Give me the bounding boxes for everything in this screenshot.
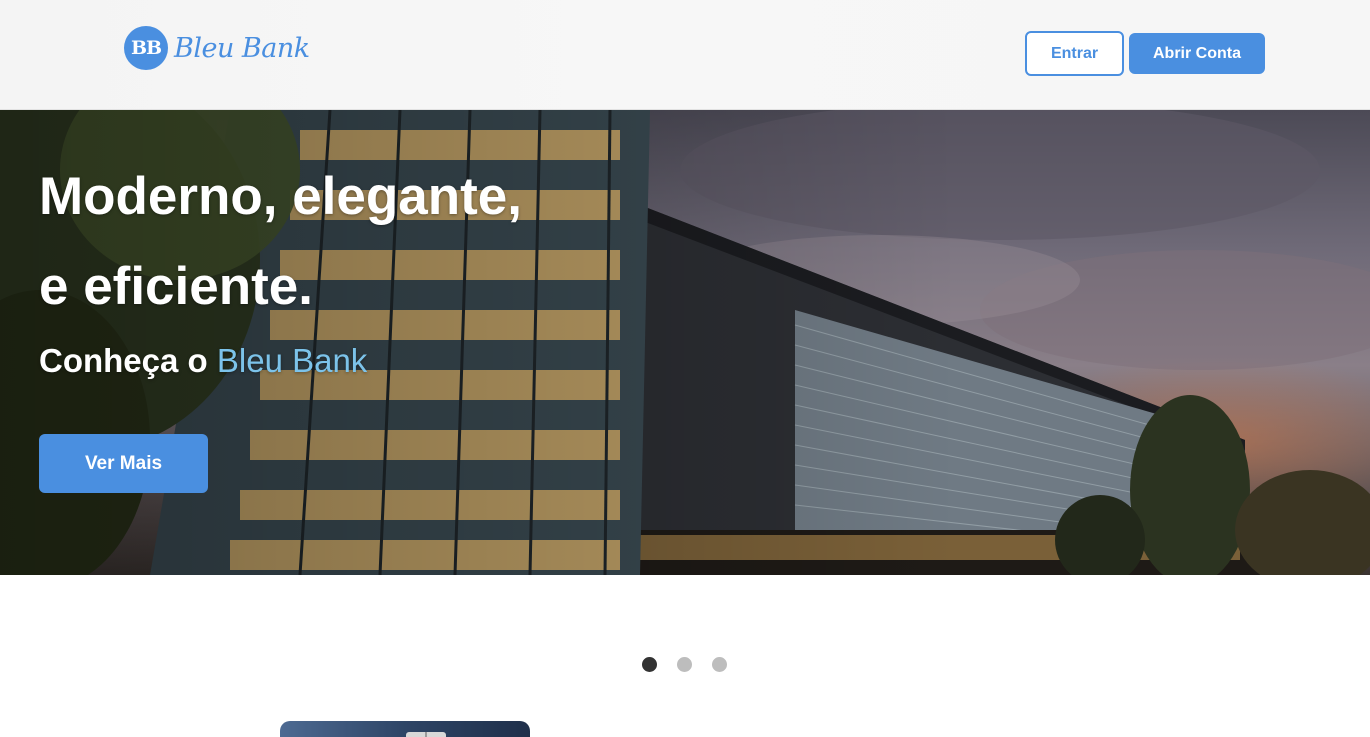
carousel-dot-3[interactable] [712, 657, 727, 672]
hero-title-line-2: e eficiente. [39, 257, 313, 316]
hero-title-line-1: Moderno, elegante, [39, 167, 522, 226]
carousel-dot-2[interactable] [677, 657, 692, 672]
carousel-indicators [642, 657, 727, 672]
carousel-dot-1[interactable] [642, 657, 657, 672]
hero-banner: Moderno, elegante, e eficiente. Conheça … [0, 110, 1370, 575]
see-more-button[interactable]: Ver Mais [39, 434, 208, 493]
logo-text: Bleu Bank [174, 32, 310, 64]
site-header: BB Bleu Bank Entrar Abrir Conta [0, 0, 1370, 110]
brand-logo[interactable]: BB Bleu Bank [124, 26, 310, 70]
hero-subtitle-brand: Bleu Bank [216, 342, 368, 379]
login-button[interactable]: Entrar [1025, 31, 1124, 76]
credit-card-preview [280, 721, 530, 737]
hero-subtitle: Conheça o Bleu Bank [39, 342, 367, 380]
logo-badge-icon: BB [124, 26, 168, 70]
hero-title: Moderno, elegante, e eficiente. [39, 152, 659, 332]
hero-subtitle-prefix: Conheça o [39, 342, 208, 379]
card-chip-icon [406, 732, 446, 737]
open-account-button[interactable]: Abrir Conta [1129, 33, 1265, 74]
